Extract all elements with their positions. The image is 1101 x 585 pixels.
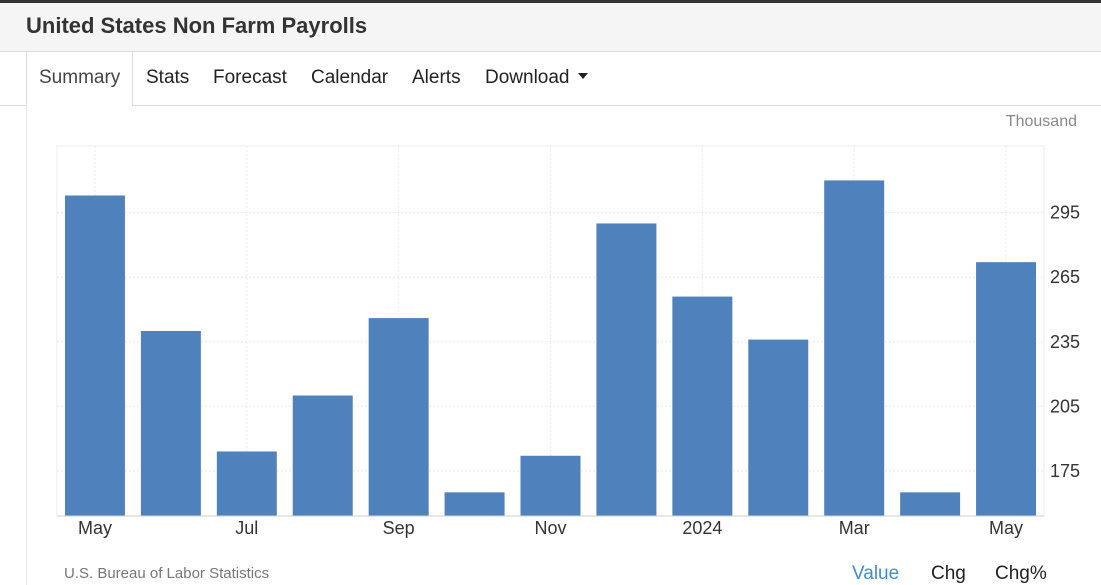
- bar: [368, 318, 429, 516]
- x-tick-label: 2024: [682, 518, 722, 538]
- view-chgpct-link[interactable]: Chg%: [995, 563, 1047, 585]
- source-label: U.S. Bureau of Labor Statistics: [64, 565, 270, 582]
- bar: [672, 296, 733, 516]
- bar: [140, 331, 201, 516]
- bar: [64, 195, 125, 516]
- bar: [748, 339, 809, 516]
- view-chg-link[interactable]: Chg: [931, 563, 966, 585]
- bar: [900, 492, 961, 516]
- y-tick-label: 295: [1050, 203, 1080, 223]
- bar: [596, 223, 657, 516]
- view-value-link[interactable]: Value: [852, 563, 899, 585]
- bar-chart: 175 205 235 265 295 May Jul Sep Nov 2024 Mar May: [56, 145, 1080, 538]
- x-tick-label: Nov: [534, 518, 566, 538]
- y-tick-label: 265: [1050, 267, 1080, 287]
- bar: [292, 395, 353, 516]
- x-tick-label: Jul: [235, 518, 258, 538]
- x-tick-label: Sep: [383, 518, 415, 538]
- y-tick-label: 175: [1050, 461, 1080, 481]
- x-tick-label: Mar: [839, 518, 870, 538]
- bar: [444, 492, 505, 516]
- bar: [976, 262, 1037, 516]
- bar: [824, 180, 885, 516]
- bar: [520, 455, 581, 516]
- y-tick-label: 235: [1050, 332, 1080, 352]
- x-tick-label: May: [989, 518, 1023, 538]
- y-tick-label: 205: [1050, 396, 1080, 416]
- bar: [216, 451, 277, 516]
- x-tick-label: May: [78, 518, 112, 538]
